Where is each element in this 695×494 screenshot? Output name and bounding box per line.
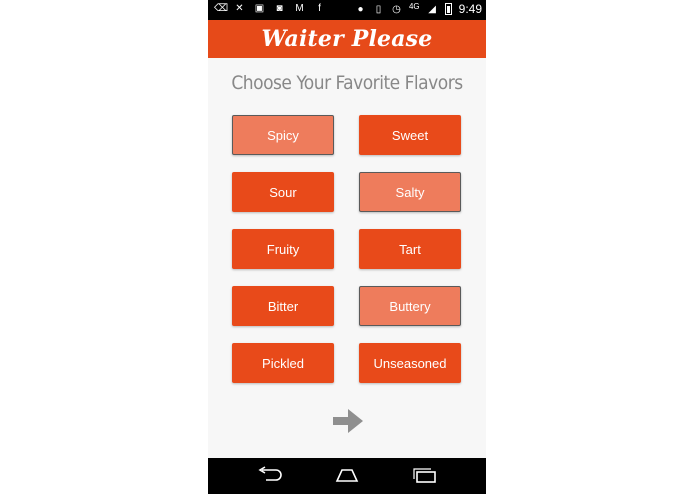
alarm-icon: ◷: [392, 3, 401, 15]
missed-call-icon: ✕: [235, 3, 244, 14]
clock: 9:49: [458, 2, 482, 16]
app-icon: ◙: [276, 3, 283, 14]
flavor-button-salty[interactable]: Salty: [359, 172, 461, 212]
flavor-button-sweet[interactable]: Sweet: [359, 115, 461, 155]
back-icon[interactable]: [256, 466, 284, 484]
signal-icon: ◢: [428, 3, 436, 15]
app-bar: Waiter Please: [208, 20, 486, 58]
flavor-button-bitter[interactable]: Bitter: [232, 286, 334, 326]
battery-icon: [444, 3, 452, 15]
facebook-icon: f: [318, 3, 321, 14]
home-icon[interactable]: [333, 466, 361, 484]
flavor-button-buttery[interactable]: Buttery: [359, 286, 461, 326]
flavor-button-sour[interactable]: Sour: [232, 172, 334, 212]
location-icon: ●: [357, 3, 364, 15]
navigation-bar: [208, 458, 486, 494]
vibrate-icon: ▯: [375, 3, 382, 15]
notification-icons: ⌫ ✕ ▣ ◙ M f: [214, 3, 325, 14]
status-bar: ⌫ ✕ ▣ ◙ M f ● ▯ ◷ 4G ◢ 9:49: [208, 0, 486, 20]
flavor-button-unseasoned[interactable]: Unseasoned: [359, 343, 461, 383]
gmail-icon: M: [295, 3, 304, 14]
phone-screen: ⌫ ✕ ▣ ◙ M f ● ▯ ◷ 4G ◢ 9:49 Waiter Pleas…: [208, 0, 486, 494]
recent-apps-icon[interactable]: [411, 466, 439, 484]
keyboard-icon: ⌫: [214, 3, 229, 14]
app-title: Waiter Please: [261, 26, 433, 52]
flavor-button-pickled[interactable]: Pickled: [232, 343, 334, 383]
flavor-button-tart[interactable]: Tart: [359, 229, 461, 269]
flavor-button-spicy[interactable]: Spicy: [232, 115, 334, 155]
network-type: 4G: [408, 1, 420, 11]
page-heading: Choose Your Favorite Flavors: [231, 72, 463, 94]
flavor-button-fruity[interactable]: Fruity: [232, 229, 334, 269]
system-icons: ● ▯ ◷ 4G ◢ 9:49: [355, 1, 482, 17]
right-arrow-icon[interactable]: [331, 404, 365, 438]
image-icon: ▣: [254, 3, 265, 14]
